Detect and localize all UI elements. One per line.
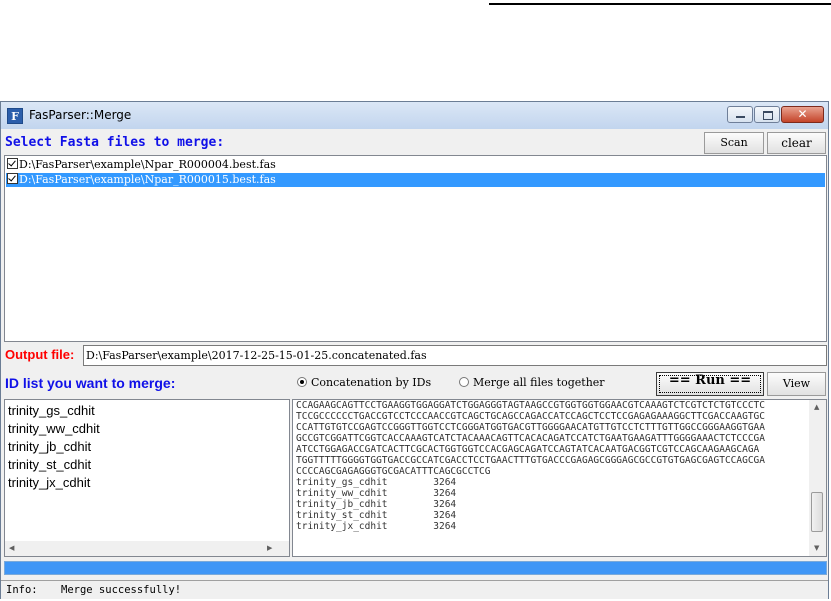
status-bar: Info: Merge successfully! — [1, 580, 828, 599]
result-line: trinity_jb_cdhit 3264 — [296, 499, 457, 510]
file-path: D:\FasParser\example\Npar_R000004.best.f… — [19, 158, 276, 171]
minimize-button[interactable] — [727, 106, 753, 123]
result-line: trinity_jx_cdhit 3264 — [296, 521, 457, 532]
title-bar[interactable]: F FasParser::Merge ✕ — [1, 102, 828, 129]
concatenate-by-ids-radio[interactable]: Concatenation by IDs — [297, 376, 431, 389]
id-list-label: ID list you want to merge: — [5, 375, 176, 391]
merge-window: F FasParser::Merge ✕ Select Fasta files … — [0, 101, 829, 599]
output-file-label: Output file: — [5, 347, 75, 362]
scroll-thumb[interactable] — [811, 492, 823, 532]
file-checkbox[interactable] — [7, 173, 18, 184]
result-line: CCCCAGCGAGAGGGTGCGACATTTCAGCGCCTCG — [296, 466, 491, 477]
status-message: Merge successfully! — [61, 584, 182, 596]
vertical-scrollbar[interactable]: ▲ ▼ — [809, 400, 826, 556]
select-fasta-label: Select Fasta files to merge: — [5, 135, 225, 150]
scan-button[interactable]: Scan — [704, 132, 764, 154]
clear-button[interactable]: clear — [767, 132, 826, 154]
id-list-item[interactable]: trinity_gs_cdhit — [8, 403, 95, 418]
result-line: GCCGTCGGATTCGGTCACCAAAGTCATCTACAAACAGTTC… — [296, 433, 765, 444]
horizontal-scrollbar[interactable]: ◀ ▶ — [5, 541, 289, 556]
maximize-icon — [763, 111, 773, 120]
output-file-field[interactable]: D:\FasParser\example\2017-12-25-15-01-25… — [83, 345, 827, 366]
scroll-down-icon[interactable]: ▼ — [814, 544, 819, 552]
view-button[interactable]: View — [767, 372, 826, 396]
result-line: trinity_st_cdhit 3264 — [296, 510, 457, 521]
file-list-item[interactable]: D:\FasParser\example\Npar_R000004.best.f… — [6, 158, 825, 172]
minimize-icon — [736, 116, 745, 118]
result-output-box[interactable]: CCAGAAGCAGTTCCTGAAGGTGGAGGATCTGGAGGGTAGT… — [292, 399, 827, 557]
file-checkbox[interactable] — [7, 158, 18, 169]
window-title: FasParser::Merge — [29, 108, 132, 122]
top-divider-line — [489, 3, 831, 5]
result-line: TGGTTTTTGGGGTGGTGACCGCCATCGACCTCCTGAACTT… — [296, 455, 765, 466]
close-icon: ✕ — [797, 107, 808, 121]
run-button[interactable]: == Run == — [656, 372, 764, 396]
scroll-right-icon[interactable]: ▶ — [267, 544, 272, 552]
id-list-item[interactable]: trinity_jb_cdhit — [8, 439, 91, 454]
fasparser-logo-icon: F — [7, 108, 23, 124]
result-line: TCCGCCCCCCTGACCGTCCTCCCAACCGTCAGCTGCAGCC… — [296, 411, 765, 422]
maximize-button[interactable] — [754, 106, 780, 123]
result-line: CCATTGTGTCCGAGTCCGGGTTGGTCCTCGGGATGGTGAC… — [296, 422, 765, 433]
result-line: trinity_gs_cdhit 3264 — [296, 477, 457, 488]
fasta-file-list[interactable]: D:\FasParser\example\Npar_R000004.best.f… — [4, 155, 827, 342]
id-list-item[interactable]: trinity_jx_cdhit — [8, 475, 90, 490]
status-label: Info: — [6, 584, 38, 596]
scroll-up-icon[interactable]: ▲ — [814, 403, 819, 411]
id-list-box[interactable]: trinity_gs_cdhit trinity_ww_cdhit trinit… — [4, 399, 290, 557]
file-path: D:\FasParser\example\Npar_R000015.best.f… — [19, 173, 276, 186]
close-button[interactable]: ✕ — [781, 106, 824, 123]
result-line: trinity_ww_cdhit 3264 — [296, 488, 457, 499]
merge-all-radio[interactable]: Merge all files together — [459, 376, 605, 389]
radio-unselected-icon — [459, 377, 469, 387]
progress-bar — [4, 561, 827, 575]
scroll-left-icon[interactable]: ◀ — [9, 544, 14, 552]
id-list-item[interactable]: trinity_st_cdhit — [8, 457, 91, 472]
id-list-item[interactable]: trinity_ww_cdhit — [8, 421, 100, 436]
result-line: ATCCTGGAGACCGATCACTTCGCACTGGTGGTCCACGAGC… — [296, 444, 760, 455]
result-line: CCAGAAGCAGTTCCTGAAGGTGGAGGATCTGGAGGGTAGT… — [296, 400, 765, 411]
focus-outline — [659, 375, 761, 393]
radio-selected-icon — [297, 377, 307, 387]
file-list-item-selected[interactable]: D:\FasParser\example\Npar_R000015.best.f… — [6, 173, 825, 187]
